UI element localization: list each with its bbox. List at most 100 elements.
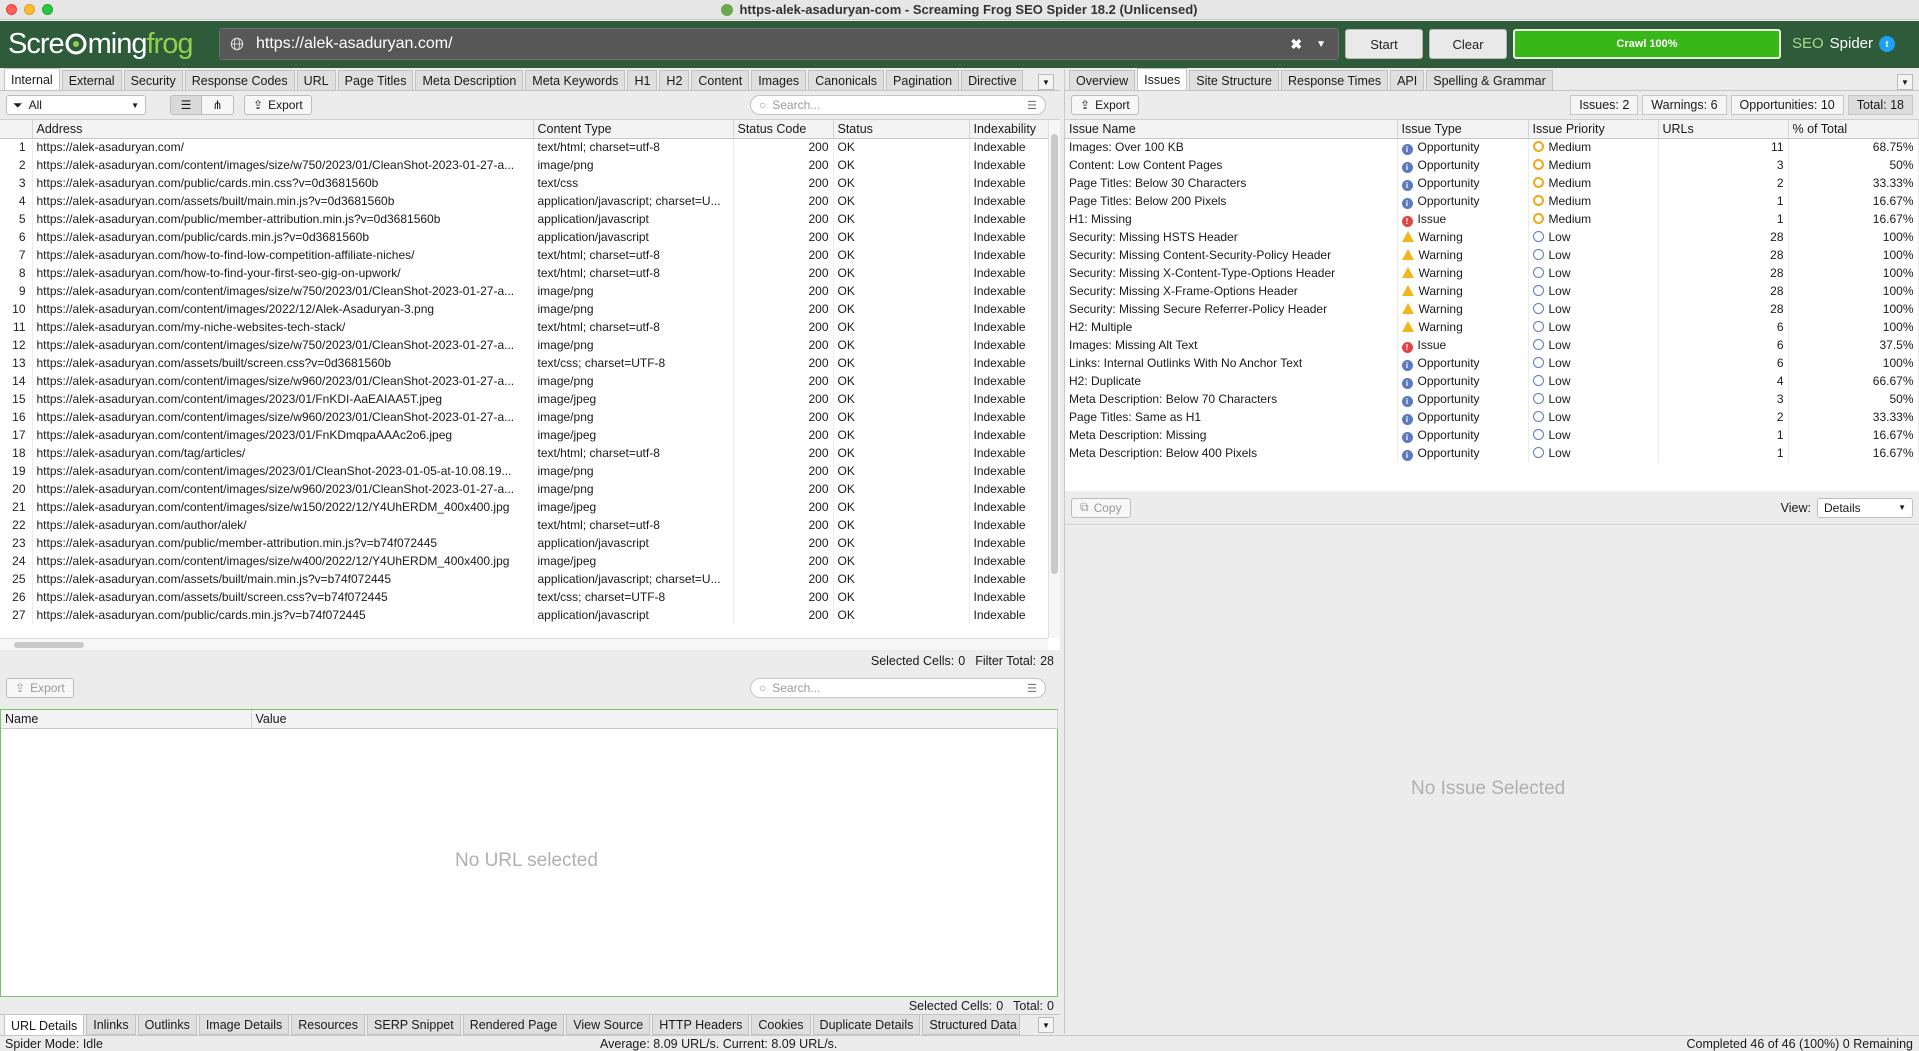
row-indexability[interactable]: Indexable xyxy=(969,156,1049,174)
issue-percent[interactable]: 100% xyxy=(1788,300,1919,318)
issue-name[interactable]: Security: Missing Secure Referrer-Policy… xyxy=(1065,300,1398,318)
row-status-code[interactable]: 200 xyxy=(733,498,834,516)
issue-name[interactable]: H2: Duplicate xyxy=(1065,372,1398,390)
total-count-chip[interactable]: Total: 18 xyxy=(1847,95,1913,115)
issue-row[interactable]: Page Titles: Same as H1 i Opportunity Low 2 3… xyxy=(1065,408,1919,426)
issue-type-cell[interactable]: i Opportunity xyxy=(1397,372,1529,390)
issue-urls[interactable]: 6 xyxy=(1658,354,1789,372)
row-indexability[interactable]: Indexable xyxy=(969,444,1049,462)
row-content-type[interactable]: image/png xyxy=(533,282,734,300)
issue-type-cell[interactable]: Warning xyxy=(1397,264,1529,282)
issue-priority-cell[interactable]: Medium xyxy=(1528,192,1659,210)
issue-row[interactable]: Security: Missing HSTS Header Warning Low 2… xyxy=(1065,228,1919,246)
table-row[interactable]: 1 https://alek-asaduryan.com/text/html; c… xyxy=(0,138,1049,156)
twitter-icon[interactable]: t xyxy=(1879,35,1895,52)
tab-inlinks[interactable]: Inlinks xyxy=(86,1015,136,1035)
more-right-tabs-dropdown-icon[interactable]: ▼ xyxy=(1897,74,1913,90)
row-address[interactable]: https://alek-asaduryan.com/my-niche-webs… xyxy=(32,318,534,336)
row-address[interactable]: https://alek-asaduryan.com/content/image… xyxy=(32,390,534,408)
row-address[interactable]: https://alek-asaduryan.com/assets/built/… xyxy=(32,570,534,588)
row-indexability[interactable]: Indexable xyxy=(969,606,1049,624)
tab-h2[interactable]: H2 xyxy=(659,70,690,90)
row-status-code[interactable]: 200 xyxy=(733,552,834,570)
col-header-status-code[interactable]: Status Code xyxy=(733,120,834,139)
row-address[interactable]: https://alek-asaduryan.com/content/image… xyxy=(32,282,534,300)
issue-name[interactable]: Meta Description: Below 400 Pixels xyxy=(1065,444,1398,462)
row-status-code[interactable]: 200 xyxy=(733,372,834,390)
list-view-icon[interactable]: ☰ xyxy=(170,95,202,115)
issue-priority-cell[interactable]: Low xyxy=(1528,282,1659,300)
issue-priority-cell[interactable]: Low xyxy=(1528,228,1659,246)
row-indexability[interactable]: Indexable xyxy=(969,462,1049,480)
col-header-urls[interactable]: URLs xyxy=(1658,120,1789,139)
row-index[interactable]: 24 xyxy=(0,552,33,570)
row-content-type[interactable]: image/png xyxy=(533,462,734,480)
issue-percent[interactable]: 50% xyxy=(1788,390,1919,408)
row-address[interactable]: https://alek-asaduryan.com/how-to-find-l… xyxy=(32,246,534,264)
table-row[interactable]: 22 https://alek-asaduryan.com/author/alek… xyxy=(0,516,1049,534)
tab-url-details[interactable]: URL Details xyxy=(4,1015,85,1037)
row-address[interactable]: https://alek-asaduryan.com/content/image… xyxy=(32,336,534,354)
issue-urls[interactable]: 1 xyxy=(1658,192,1789,210)
row-indexability[interactable]: Indexable xyxy=(969,480,1049,498)
row-status-code[interactable]: 200 xyxy=(733,228,834,246)
scroll-thumb[interactable] xyxy=(1051,134,1058,574)
table-row[interactable]: 9 https://alek-asaduryan.com/content/imag… xyxy=(0,282,1049,300)
issue-type-cell[interactable]: Warning xyxy=(1397,228,1529,246)
row-indexability[interactable]: Indexable xyxy=(969,498,1049,516)
row-content-type[interactable]: image/png xyxy=(533,336,734,354)
row-status[interactable]: OK xyxy=(833,516,970,534)
row-status-code[interactable]: 200 xyxy=(733,426,834,444)
row-status-code[interactable]: 200 xyxy=(733,264,834,282)
issue-row[interactable]: Meta Description: Below 400 Pixels i Oppor… xyxy=(1065,444,1919,462)
issue-urls[interactable]: 3 xyxy=(1658,156,1789,174)
row-status[interactable]: OK xyxy=(833,570,970,588)
row-index[interactable]: 26 xyxy=(0,588,33,606)
table-row[interactable]: 7 https://alek-asaduryan.com/how-to-find-… xyxy=(0,246,1049,264)
row-address[interactable]: https://alek-asaduryan.com/assets/built/… xyxy=(32,354,534,372)
row-address[interactable]: https://alek-asaduryan.com/assets/built/… xyxy=(32,588,534,606)
issue-percent[interactable]: 37.5% xyxy=(1788,336,1919,354)
issue-type-cell[interactable]: i Opportunity xyxy=(1397,138,1529,156)
row-status-code[interactable]: 200 xyxy=(733,300,834,318)
issue-priority-cell[interactable]: Low xyxy=(1528,372,1659,390)
tab-url[interactable]: URL xyxy=(296,70,336,90)
issue-percent[interactable]: 100% xyxy=(1788,228,1919,246)
tab-http-headers[interactable]: HTTP Headers xyxy=(652,1015,750,1035)
row-index[interactable]: 25 xyxy=(0,570,33,588)
issue-priority-cell[interactable]: Low xyxy=(1528,300,1659,318)
row-status[interactable]: OK xyxy=(833,498,970,516)
row-status[interactable]: OK xyxy=(833,246,970,264)
issue-priority-cell[interactable]: Low xyxy=(1528,354,1659,372)
tab-pagination[interactable]: Pagination xyxy=(886,70,960,90)
row-index[interactable]: 2 xyxy=(0,156,33,174)
tab-serp-snippet[interactable]: SERP Snippet xyxy=(367,1015,461,1035)
row-status[interactable]: OK xyxy=(833,300,970,318)
issue-name[interactable]: Links: Internal Outlinks With No Anchor … xyxy=(1065,354,1398,372)
table-row[interactable]: 12 https://alek-asaduryan.com/content/ima… xyxy=(0,336,1049,354)
tab-security[interactable]: Security xyxy=(123,70,183,90)
row-indexability[interactable]: Indexable xyxy=(969,138,1049,156)
more-tabs-dropdown-icon[interactable]: ▼ xyxy=(1038,74,1054,90)
row-status-code[interactable]: 200 xyxy=(733,192,834,210)
col-header-issue-name[interactable]: Issue Name xyxy=(1065,120,1398,139)
issue-percent[interactable]: 68.75% xyxy=(1788,138,1919,156)
row-address[interactable]: https://alek-asaduryan.com/content/image… xyxy=(32,156,534,174)
row-status[interactable]: OK xyxy=(833,444,970,462)
tab-cookies[interactable]: Cookies xyxy=(751,1015,811,1035)
row-address[interactable]: https://alek-asaduryan.com/content/image… xyxy=(32,300,534,318)
issue-row[interactable]: H2: Multiple Warning Low 6 100% xyxy=(1065,318,1919,336)
issue-row[interactable]: Page Titles: Below 200 Pixels i Opportunit… xyxy=(1065,192,1919,210)
issue-urls[interactable]: 1 xyxy=(1658,426,1789,444)
row-index[interactable]: 19 xyxy=(0,462,33,480)
col-header-index[interactable] xyxy=(0,120,33,139)
issue-urls[interactable]: 28 xyxy=(1658,228,1789,246)
row-status[interactable]: OK xyxy=(833,156,970,174)
row-indexability[interactable]: Indexable xyxy=(969,588,1049,606)
issue-row[interactable]: Security: Missing Secure Referrer-Policy… xyxy=(1065,300,1919,318)
row-status-code[interactable]: 200 xyxy=(733,138,834,156)
table-row[interactable]: 23 https://alek-asaduryan.com/public/memb… xyxy=(0,534,1049,552)
row-status[interactable]: OK xyxy=(833,318,970,336)
row-status[interactable]: OK xyxy=(833,552,970,570)
row-status[interactable]: OK xyxy=(833,534,970,552)
